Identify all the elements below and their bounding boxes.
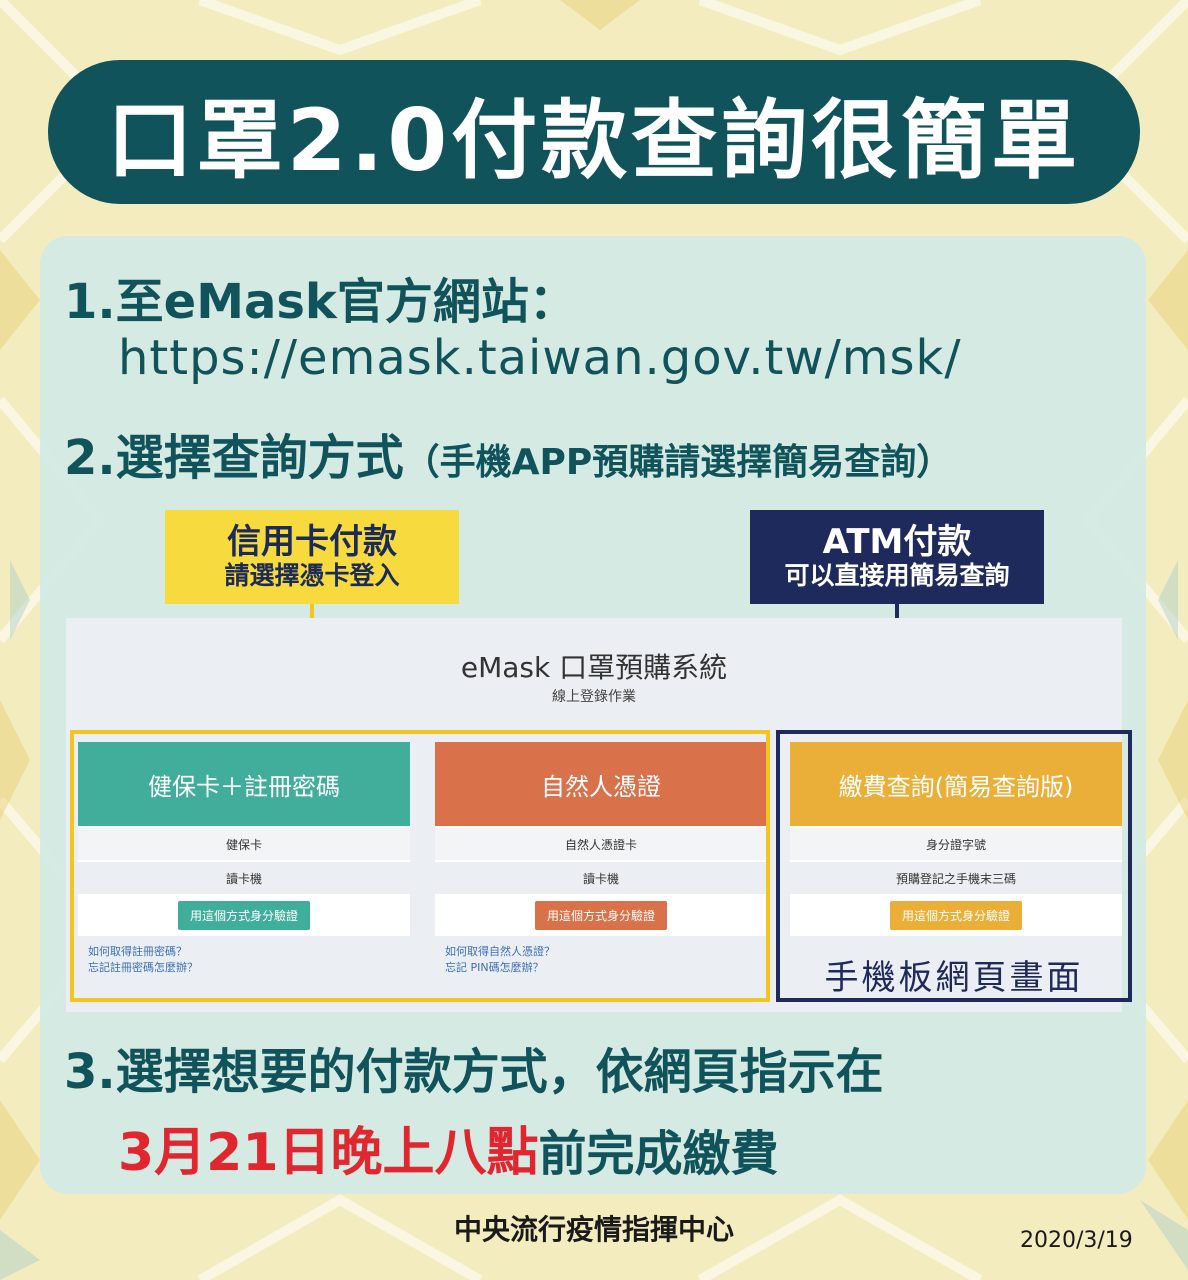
atm-highlight-frame (776, 730, 1132, 1002)
atm-label: ATM付款 可以直接用簡易查詢 (750, 510, 1044, 604)
step1-text: 1.至eMask官方網站： (64, 274, 577, 330)
credit-highlight-frame (70, 730, 770, 1002)
title-banner: 口罩2.0付款查詢很簡單 (48, 60, 1140, 204)
atm-label-subtitle: 可以直接用簡易查詢 (784, 561, 1010, 591)
emask-url-link[interactable]: https://emask.taiwan.gov.tw/msk/ (118, 330, 962, 386)
step2-note: （手機APP預購請選擇簡易查詢） (403, 442, 953, 483)
step3-text: 3.選擇想要的付款方式，依網頁指示在 (64, 1044, 884, 1100)
atm-label-title: ATM付款 (822, 522, 972, 563)
deadline-text: 3月21日晚上八點前完成繳費 (118, 1110, 779, 1185)
page-title: 口罩2.0付款查詢很簡單 (106, 90, 1082, 191)
credit-card-label-title: 信用卡付款 (227, 522, 397, 563)
deadline-highlight: 3月21日晚上八點 (118, 1123, 539, 1183)
footer-organization: 中央流行疫情指揮中心 (453, 1213, 734, 1246)
step2-heading: 2.選擇查詢方式 (64, 430, 404, 486)
system-title: eMask 口罩預購系統 (460, 651, 728, 684)
step2-text: 2.選擇查詢方式（手機APP預購請選擇簡易查詢） (64, 418, 952, 488)
deadline-rest: 前完成繳費 (538, 1126, 779, 1182)
credit-card-label: 信用卡付款 請選擇憑卡登入 (165, 510, 459, 604)
footer-date: 2020/3/19 (1020, 1228, 1133, 1253)
credit-card-label-subtitle: 請選擇憑卡登入 (224, 561, 400, 591)
system-subtitle: 線上登錄作業 (552, 689, 636, 705)
